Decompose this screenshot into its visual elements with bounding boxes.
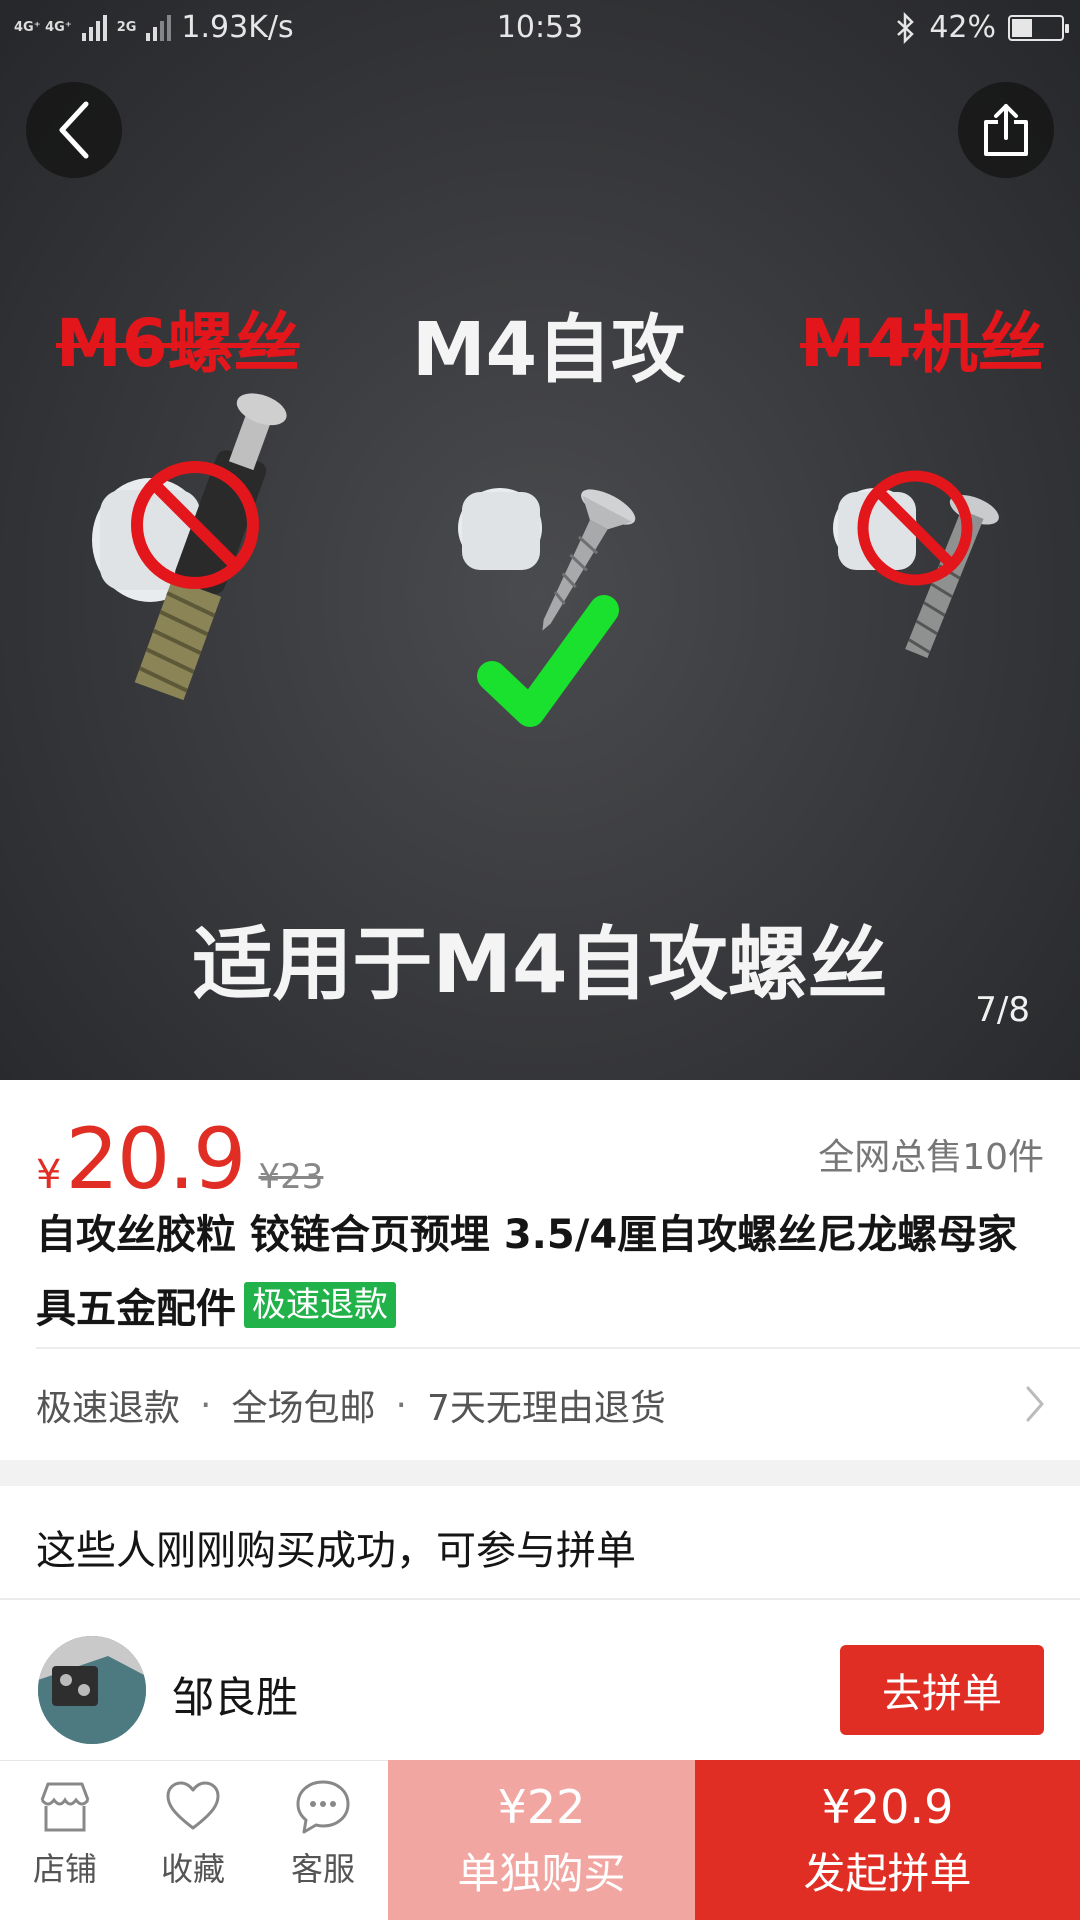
divider bbox=[36, 1347, 1080, 1349]
service-7day-return: 7天无理由退货 bbox=[426, 1388, 666, 1429]
store-icon bbox=[40, 1782, 90, 1832]
service-fast-refund: 极速退款 bbox=[36, 1388, 181, 1429]
product-image-carousel[interactable]: M6螺丝 M4自攻 M4机丝 适用于M4自攻螺丝 7/8 4G⁺ 4G⁺ 2G … bbox=[0, 0, 1080, 1080]
share-icon bbox=[984, 104, 1028, 156]
tab-favorite-label: 收藏 bbox=[160, 1850, 225, 1888]
label-m4-self-tapping: M4自攻 bbox=[412, 307, 686, 393]
fast-refund-tag: 极速退款 bbox=[244, 1282, 396, 1328]
chevron-right-icon bbox=[1026, 1386, 1044, 1422]
original-price: ¥23 bbox=[258, 1157, 324, 1197]
back-icon bbox=[59, 101, 89, 159]
tab-favorite[interactable]: 收藏 bbox=[128, 1778, 258, 1908]
m6-bolt-illustration bbox=[92, 393, 287, 701]
start-group-buy-button[interactable]: ¥20.9 发起拼单 bbox=[695, 1760, 1080, 1920]
tab-customer-service-label: 客服 bbox=[290, 1850, 355, 1888]
back-button[interactable] bbox=[26, 82, 122, 178]
label-m4-machine-screw: M4机丝 bbox=[800, 305, 1044, 382]
group-price: 20.9 bbox=[65, 1110, 246, 1208]
total-sold: 全网总售10件 bbox=[818, 1137, 1044, 1178]
tab-customer-service[interactable]: 客服 bbox=[258, 1778, 388, 1908]
group-buy-label: 发起拼单 bbox=[803, 1848, 972, 1898]
currency-symbol: ¥ bbox=[36, 1152, 62, 1198]
price-row: ¥ 20.9 ¥23 bbox=[36, 1110, 323, 1208]
battery-percent: 42% bbox=[929, 10, 996, 45]
buy-alone-label: 单独购买 bbox=[457, 1848, 626, 1898]
recent-buyers-title: 这些人刚刚购买成功，可参与拼单 bbox=[36, 1528, 636, 1574]
image-counter: 7/8 bbox=[975, 990, 1030, 1030]
label-m6-screw: M6螺丝 bbox=[56, 305, 300, 382]
service-guarantees[interactable]: 极速退款 · 全场包邮 · 7天无理由退货 bbox=[36, 1372, 1046, 1438]
product-title: 自攻丝胶粒 铰链合页预埋 3.5/4厘自攻螺丝尼龙螺母家具五金配件 极速退款 bbox=[36, 1198, 1046, 1346]
separator-dot: · bbox=[395, 1384, 407, 1426]
avatar bbox=[38, 1636, 146, 1744]
service-free-shipping: 全场包邮 bbox=[231, 1388, 376, 1429]
tab-store-label: 店铺 bbox=[32, 1850, 97, 1888]
join-group-button[interactable]: 去拼单 bbox=[840, 1645, 1044, 1735]
bluetooth-icon bbox=[897, 11, 915, 44]
buy-alone-price: ¥22 bbox=[497, 1779, 586, 1834]
battery-icon bbox=[1008, 14, 1069, 41]
buyer-name: 邹良胜 bbox=[172, 1673, 299, 1722]
product-title-text: 自攻丝胶粒 铰链合页预埋 3.5/4厘自攻螺丝尼龙螺母家具五金配件 bbox=[36, 1212, 1018, 1332]
share-button[interactable] bbox=[958, 82, 1054, 178]
tab-store[interactable]: 店铺 bbox=[0, 1778, 130, 1908]
chat-icon bbox=[296, 1780, 350, 1834]
image-caption: 适用于M4自攻螺丝 bbox=[192, 918, 888, 1011]
heart-icon bbox=[166, 1781, 220, 1830]
group-buy-price: ¥20.9 bbox=[821, 1779, 954, 1834]
separator-dot: · bbox=[200, 1384, 212, 1426]
battery-fill bbox=[1012, 18, 1033, 37]
status-bar: 4G⁺ 4G⁺ 2G 1.93K/s 10:53 42% bbox=[0, 0, 1080, 58]
buy-alone-button[interactable]: ¥22 单独购买 bbox=[388, 1760, 695, 1920]
